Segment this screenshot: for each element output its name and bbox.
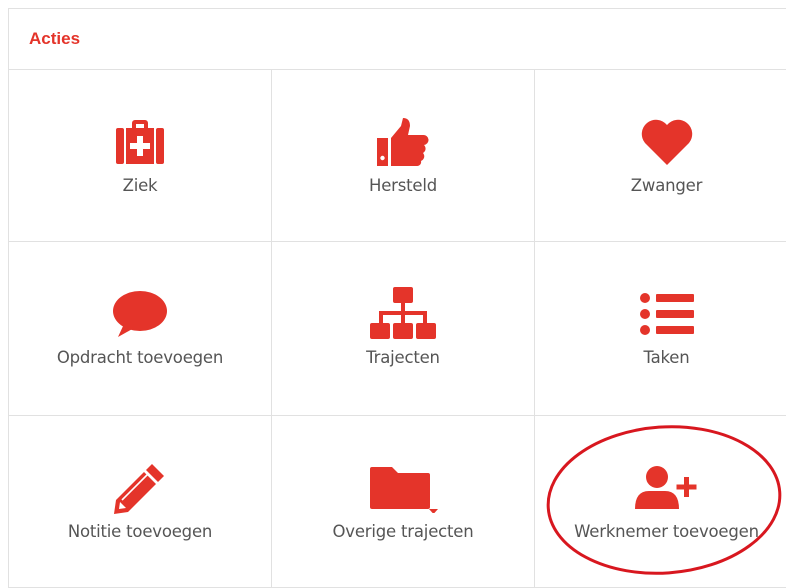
action-label: Taken [643,348,690,367]
actions-grid: Ziek Hersteld Zwanger Opdracht toevoegen… [9,70,786,588]
list-icon [535,286,786,342]
action-ziek[interactable]: Ziek [9,70,272,242]
action-trajecten[interactable]: Trajecten [272,242,535,416]
actions-panel: Acties Ziek Hersteld Zwanger Opdracht to… [8,8,786,588]
action-label: Ziek [122,176,158,195]
thumbs-up-icon [272,114,534,170]
action-notitie-toevoegen[interactable]: Notitie toevoegen [9,416,272,588]
action-label: Hersteld [368,176,438,195]
user-plus-icon [535,460,786,516]
action-opdracht-toevoegen[interactable]: Opdracht toevoegen [9,242,272,416]
action-label: Trajecten [366,348,440,367]
folder-dropdown-icon [272,460,534,516]
comment-icon [9,286,271,342]
action-zwanger[interactable]: Zwanger [535,70,786,242]
action-werknemer-toevoegen[interactable]: Werknemer toevoegen [535,416,786,588]
action-label: Notitie toevoegen [67,522,213,541]
action-hersteld[interactable]: Hersteld [272,70,535,242]
action-taken[interactable]: Taken [535,242,786,416]
panel-header: Acties [9,9,786,70]
action-label: Zwanger [630,176,703,195]
heart-icon [535,114,786,170]
pencil-icon [9,460,271,516]
action-label: Werknemer toevoegen [574,522,759,541]
first-aid-kit-icon [9,114,271,170]
sitemap-icon [272,286,534,342]
action-overige-trajecten[interactable]: Overige trajecten [272,416,535,588]
action-label: Opdracht toevoegen [56,348,224,367]
action-label: Overige trajecten [332,522,474,541]
panel-title: Acties [29,29,81,48]
